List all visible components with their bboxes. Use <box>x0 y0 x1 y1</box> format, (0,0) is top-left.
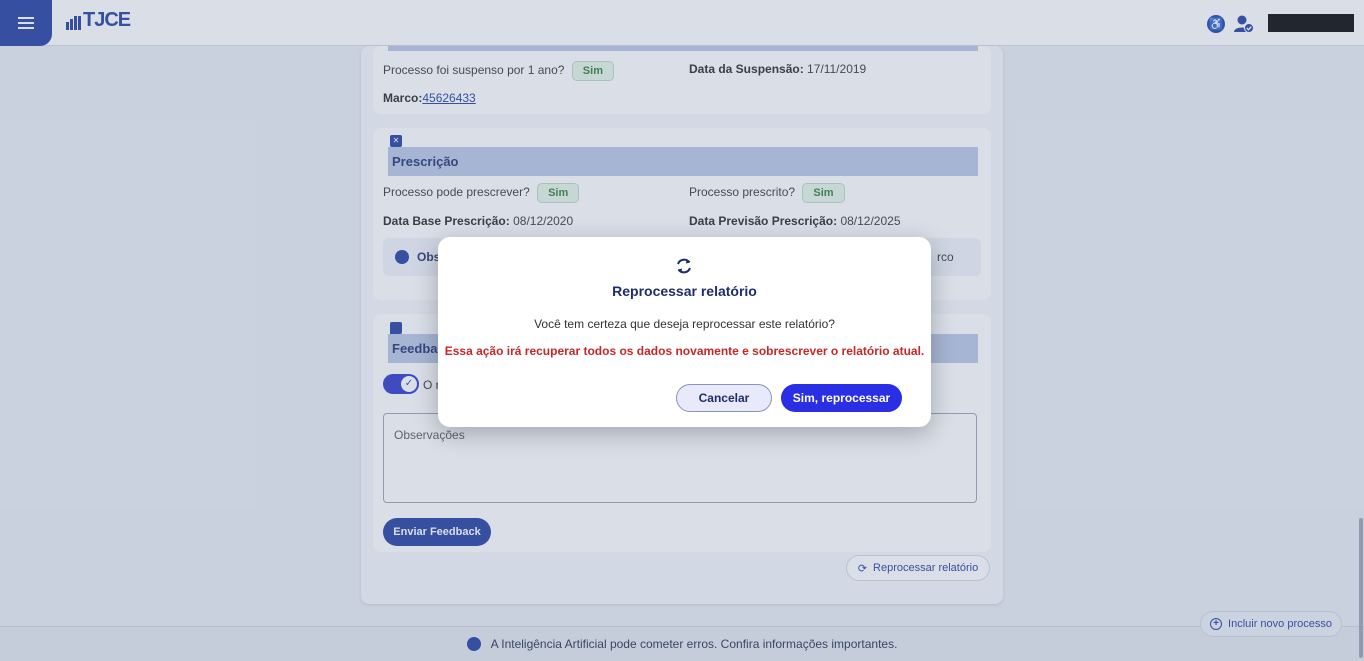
warning-text-part1: Essa ação irá recuperar todos os dados n… <box>444 344 753 358</box>
warning-text-part2: sobrescrever o relatório atual <box>752 344 921 358</box>
dialog-title: Reprocessar relatório <box>612 283 757 299</box>
refresh-icon <box>677 258 691 274</box>
cancel-button[interactable]: Cancelar <box>676 384 772 412</box>
warning-text-end: . <box>920 344 925 358</box>
dialog-warning: Essa ação irá recuperar todos os dados n… <box>438 344 931 358</box>
dialog-message: Você tem certeza que deseja reprocessar … <box>534 317 835 331</box>
confirm-reprocess-button[interactable]: Sim, reprocessar <box>781 384 902 412</box>
reprocess-confirm-dialog: Reprocessar relatório Você tem certeza q… <box>438 237 931 427</box>
